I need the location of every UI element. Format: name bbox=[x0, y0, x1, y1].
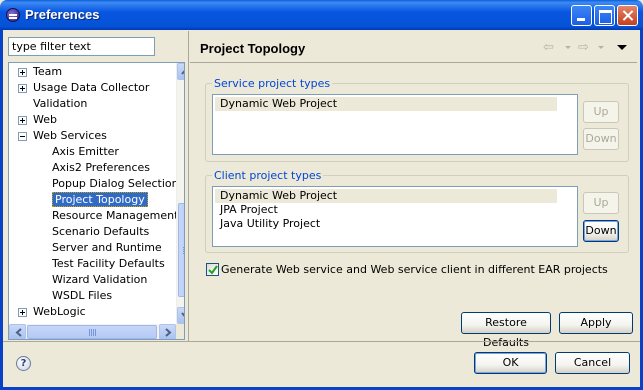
tree-item[interactable]: Server and Runtime bbox=[52, 240, 162, 256]
tree-item[interactable]: Project Topology bbox=[52, 192, 148, 208]
tree-item[interactable]: WebLogic bbox=[18, 304, 86, 320]
tree-item-label: Axis Emitter bbox=[52, 145, 119, 158]
scroll-right-button[interactable] bbox=[159, 324, 176, 339]
chevron-down-icon bbox=[181, 312, 184, 317]
tree-horizontal-scrollbar[interactable] bbox=[9, 324, 176, 339]
tree-item-label: Validation bbox=[33, 97, 88, 110]
tree-item[interactable]: Axis Emitter bbox=[52, 144, 119, 160]
tree-item-label: WSDL Files bbox=[52, 289, 113, 302]
service-types-list[interactable]: Dynamic Web Project bbox=[212, 94, 578, 155]
tree-item-label: Server and Runtime bbox=[52, 241, 162, 254]
ear-checkbox[interactable] bbox=[206, 263, 219, 276]
tree-item[interactable]: Web bbox=[18, 112, 57, 128]
tree-item-label: Web Services bbox=[33, 129, 107, 142]
list-item[interactable]: Dynamic Web Project bbox=[215, 189, 557, 203]
expand-icon[interactable] bbox=[18, 308, 27, 317]
preference-tree[interactable]: Team Usage Data Collector Validation Web Web… bbox=[8, 62, 185, 340]
scroll-corner bbox=[176, 324, 184, 339]
tree-item-label: Popup Dialog Selection bbox=[52, 177, 179, 190]
tree-item-label: Wizard Validation bbox=[52, 273, 148, 286]
tree-item[interactable]: Team bbox=[18, 64, 63, 80]
tree-item-label: Scenario Defaults bbox=[52, 225, 150, 238]
ok-button[interactable]: OK bbox=[474, 352, 547, 374]
title-bar[interactable]: Preferences bbox=[0, 0, 643, 30]
expand-icon[interactable] bbox=[18, 116, 27, 125]
tree-item-label: WebLogic bbox=[33, 305, 86, 318]
service-down-button[interactable]: Down bbox=[583, 128, 619, 150]
tree-item-label: Test Facility Defaults bbox=[52, 257, 165, 270]
tree-item[interactable]: Wizard Validation bbox=[52, 272, 147, 288]
forward-menu-icon[interactable] bbox=[598, 46, 604, 49]
scroll-down-button[interactable] bbox=[177, 307, 184, 324]
vertical-scroll-thumb[interactable] bbox=[178, 203, 184, 297]
tree-item[interactable]: Scenario Defaults bbox=[52, 224, 149, 240]
tree-item-label: Team bbox=[33, 65, 63, 78]
scroll-up-button[interactable] bbox=[177, 63, 184, 80]
horizontal-scroll-thumb[interactable] bbox=[27, 325, 157, 339]
restore-defaults-button[interactable]: Restore Defaults bbox=[461, 312, 551, 349]
checkmark-icon bbox=[208, 265, 218, 275]
page-title: Project Topology bbox=[200, 41, 306, 56]
list-item[interactable]: JPA Project bbox=[215, 203, 557, 217]
tree-item-label: Usage Data Collector bbox=[33, 81, 150, 94]
client-types-list[interactable]: Dynamic Web Project JPA Project Java Uti… bbox=[212, 186, 578, 247]
list-item[interactable]: Dynamic Web Project bbox=[215, 97, 557, 111]
filter-input[interactable]: type filter text bbox=[8, 37, 155, 56]
close-button[interactable] bbox=[617, 5, 638, 26]
maximize-button[interactable] bbox=[594, 5, 615, 26]
tree-item[interactable]: WSDL Files bbox=[52, 288, 112, 304]
forward-arrow-icon[interactable]: ⇨ bbox=[578, 41, 589, 54]
window-title: Preferences bbox=[25, 7, 100, 22]
chevron-right-icon bbox=[165, 328, 172, 337]
tree-item[interactable]: Axis2 Preferences bbox=[52, 160, 150, 176]
back-arrow-icon[interactable]: ⇦ bbox=[543, 41, 554, 54]
client-down-button[interactable]: Down bbox=[583, 220, 619, 242]
tree-item[interactable]: Web Services bbox=[18, 128, 107, 144]
tree-item-label: Project Topology bbox=[52, 192, 148, 207]
help-icon[interactable]: ? bbox=[16, 356, 31, 371]
cancel-button[interactable]: Cancel bbox=[555, 352, 630, 374]
client-types-label: Client project types bbox=[212, 169, 324, 182]
expand-icon[interactable] bbox=[18, 84, 27, 93]
scroll-left-button[interactable] bbox=[9, 324, 26, 339]
service-up-button[interactable]: Up bbox=[583, 101, 619, 123]
back-menu-icon[interactable] bbox=[565, 46, 571, 49]
collapse-icon[interactable] bbox=[18, 132, 27, 141]
apply-button[interactable]: Apply bbox=[559, 312, 633, 334]
tree-item[interactable]: Resource Management bbox=[52, 208, 178, 224]
tree-item-label: Web bbox=[33, 113, 57, 126]
tree-item[interactable]: Usage Data Collector bbox=[18, 80, 150, 96]
tree-item[interactable]: Test Facility Defaults bbox=[52, 256, 165, 272]
eclipse-icon bbox=[6, 8, 20, 22]
chevron-left-icon bbox=[15, 328, 22, 337]
tree-item-label: Axis2 Preferences bbox=[52, 161, 151, 174]
footer-separator bbox=[3, 341, 640, 342]
view-menu-icon[interactable] bbox=[617, 45, 627, 50]
expand-icon[interactable] bbox=[18, 68, 27, 77]
tree-item[interactable]: Popup Dialog Selection bbox=[52, 176, 179, 192]
client-up-button[interactable]: Up bbox=[583, 192, 619, 214]
chevron-up-icon bbox=[181, 70, 184, 75]
tree-item-label: Resource Management bbox=[52, 209, 179, 222]
service-types-label: Service project types bbox=[212, 77, 333, 90]
header-separator bbox=[190, 62, 637, 63]
ear-checkbox-label[interactable]: Generate Web service and Web service cli… bbox=[221, 263, 608, 276]
tree-vertical-scrollbar[interactable] bbox=[176, 63, 184, 324]
minimize-button[interactable] bbox=[571, 5, 592, 26]
tree-item[interactable]: Validation bbox=[33, 96, 87, 112]
list-item[interactable]: Java Utility Project bbox=[215, 217, 557, 231]
pane-divider[interactable] bbox=[188, 31, 189, 341]
